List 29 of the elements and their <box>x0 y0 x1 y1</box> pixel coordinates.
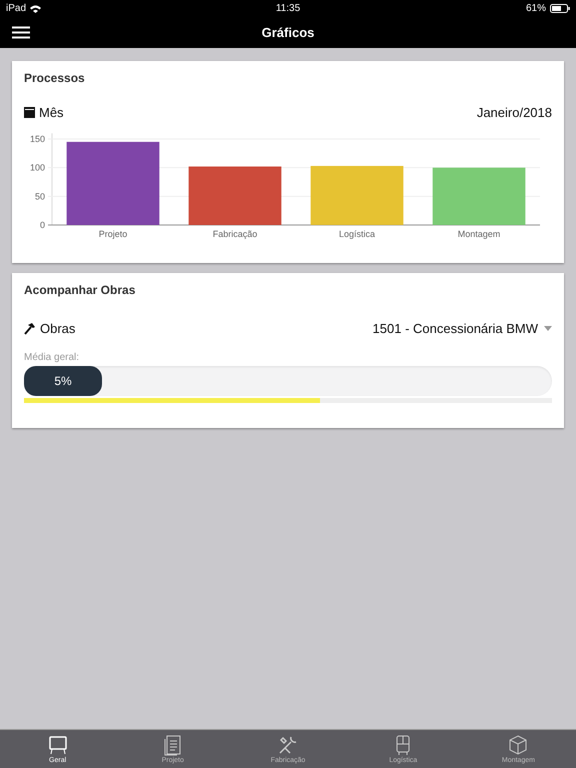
device-name: iPad <box>6 3 26 14</box>
battery-icon <box>550 4 570 13</box>
axis-tick-label: 100 <box>30 162 45 173</box>
page-title: Gráficos <box>262 25 314 40</box>
battery-percent: 61% <box>526 3 546 14</box>
caret-icon <box>544 326 552 331</box>
category-label: Logística <box>338 229 376 239</box>
card-title: Acompanhar Obras <box>24 282 136 297</box>
hammer-icon <box>24 322 36 334</box>
progress-reading: 5% <box>24 366 102 396</box>
tools-icon <box>277 734 299 756</box>
clock: 11:35 <box>276 3 300 14</box>
progress-label: Média geral: <box>24 352 80 363</box>
wifi-icon <box>30 4 42 12</box>
category-label: Montagem <box>458 229 500 239</box>
filter-label: Obras <box>40 321 76 336</box>
category-label: Fabricação <box>212 229 258 239</box>
card-title: Processos <box>24 70 86 85</box>
axis-tick-label: 0 <box>40 220 45 230</box>
category-label: Projeto <box>98 229 128 239</box>
filter-label: Mês <box>39 105 64 120</box>
cube-icon <box>507 734 530 756</box>
month-value[interactable]: Janeiro/2018 <box>476 105 552 120</box>
calendar-icon <box>24 107 35 118</box>
menu-icon[interactable] <box>12 26 30 39</box>
easel-icon <box>46 734 69 756</box>
axis-tick-label: 50 <box>34 191 45 202</box>
axis-tick-label: 150 <box>30 134 45 144</box>
project-dropdown[interactable]: 1501 - Concessionária BMW <box>372 321 552 336</box>
